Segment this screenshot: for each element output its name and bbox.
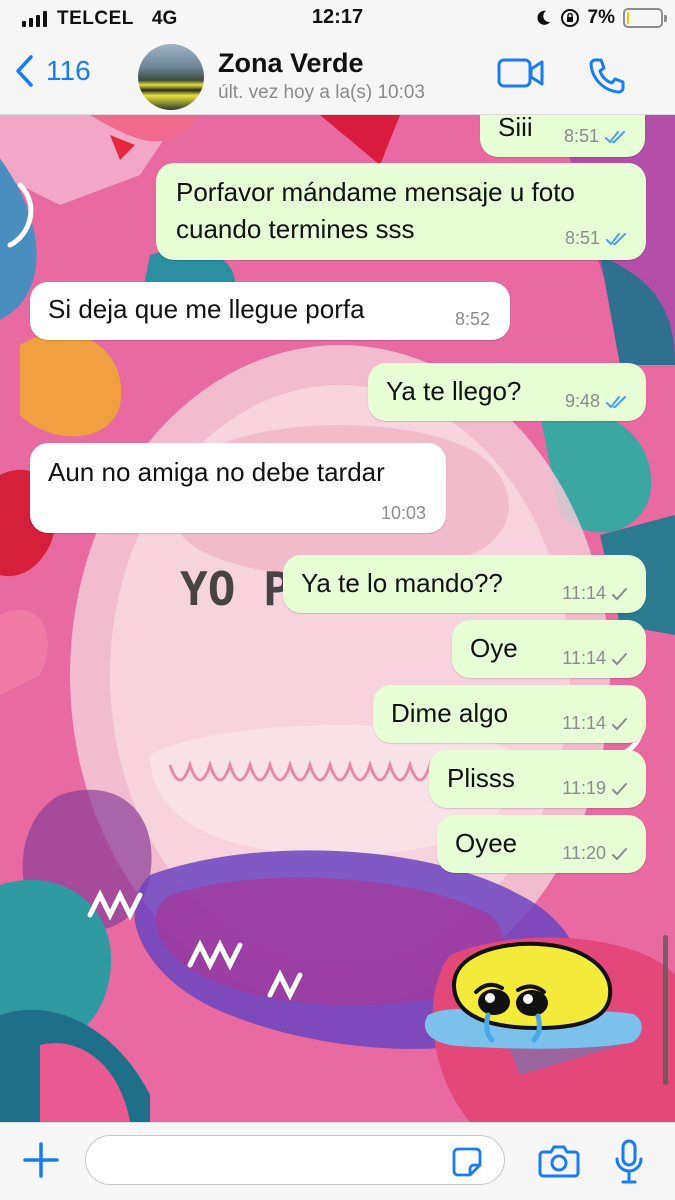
status-right: 7% [534, 7, 667, 29]
message-text: Ya te llego? [386, 376, 522, 406]
crying-blob-sticker[interactable] [418, 940, 648, 1060]
message-meta: 10:03 [381, 503, 426, 524]
message-time: 11:14 [562, 648, 606, 668]
message-bubble-incoming[interactable]: Si deja que me llegue porfa 8:52 [30, 282, 510, 340]
sent-check-icon [612, 652, 627, 665]
message-time: 11:14 [562, 583, 606, 603]
status-bar: TELCEL 4G 12:17 7% [0, 0, 675, 38]
message-time: 11:14 [562, 713, 606, 733]
message-time: 8:51 [564, 228, 600, 248]
chat-header: 116 Zona Verde últ. vez hoy a la(s) 10:0… [0, 38, 675, 115]
video-call-icon[interactable] [497, 56, 545, 90]
message-time: 8:51 [563, 126, 599, 146]
message-text: Si deja que me llegue porfa [48, 294, 365, 324]
message-bubble-outgoing[interactable]: Ya te lo mando?? 11:14 [283, 555, 646, 613]
last-seen: últ. vez hoy a la(s) 10:03 [218, 82, 425, 103]
message-meta: 11:14 [562, 648, 628, 669]
message-time: 8:52 [454, 309, 490, 329]
message-meta: 8:51 [564, 126, 627, 147]
message-time: 10:03 [380, 503, 426, 523]
message-text: Plisss [447, 763, 515, 793]
phone-call-icon[interactable] [587, 56, 627, 96]
avatar[interactable] [138, 44, 204, 110]
message-input[interactable] [85, 1135, 505, 1185]
sent-check-icon [612, 847, 627, 860]
message-bubble-outgoing[interactable]: Ya te llego? 9:48 [368, 363, 646, 421]
battery-level-fill [627, 12, 629, 24]
sent-check-icon [612, 587, 627, 600]
message-text: Oyee [455, 828, 518, 858]
moon-icon [536, 10, 550, 25]
message-meta: 11:20 [562, 843, 628, 864]
message-bubble-outgoing[interactable]: Plisss 11:19 [429, 750, 646, 808]
message-text: Ya te lo mando?? [301, 568, 503, 598]
contact-name[interactable]: Zona Verde [218, 48, 364, 79]
camera-icon[interactable] [538, 1143, 580, 1179]
read-double-check-icon [606, 232, 626, 245]
message-time: 11:20 [562, 843, 606, 863]
unread-count: 116 [46, 55, 91, 86]
message-meta: 9:48 [565, 391, 628, 412]
orientation-lock-icon [560, 9, 579, 27]
message-time: 11:19 [562, 778, 606, 798]
chat-area[interactable]: YO PUEDO Siii 8:51 Porfavor mándame mens… [0, 115, 675, 1122]
sent-check-icon [612, 717, 627, 730]
battery-percent: 7% [587, 7, 615, 28]
message-text: Aun no amiga no debe tardar [48, 457, 385, 487]
message-bubble-outgoing[interactable]: Siii 8:51 [480, 115, 645, 157]
message-bubble-outgoing[interactable]: Dime algo 11:14 [373, 685, 646, 743]
plus-icon[interactable] [22, 1141, 60, 1179]
sticker-icon[interactable] [451, 1146, 483, 1178]
message-composer [0, 1122, 675, 1200]
message-text: Oye [470, 633, 518, 663]
message-meta: 11:14 [562, 583, 628, 604]
microphone-icon[interactable] [614, 1139, 644, 1185]
sent-check-icon [612, 782, 627, 795]
read-double-check-icon [606, 395, 626, 408]
message-meta: 8:51 [565, 228, 628, 249]
message-meta: 11:19 [562, 778, 628, 799]
read-double-check-icon [605, 130, 625, 143]
message-bubble-outgoing[interactable]: Oye 11:14 [452, 620, 646, 678]
message-text-line-2: cuando termines sss [176, 214, 415, 244]
message-meta: 11:14 [562, 713, 628, 734]
message-bubble-outgoing[interactable]: Oyee 11:20 [437, 815, 646, 873]
back-button[interactable]: 116 [14, 54, 91, 88]
message-time: 9:48 [564, 391, 600, 411]
back-chevron-icon [16, 55, 33, 87]
message-text: Porfavor mándame mensaje u foto [176, 177, 575, 207]
message-meta: 8:52 [455, 309, 490, 330]
scrollbar[interactable] [663, 935, 668, 1085]
message-bubble-outgoing[interactable]: Porfavor mándame mensaje u foto cuando t… [156, 163, 646, 260]
message-text: Siii [498, 115, 533, 142]
message-bubble-incoming[interactable]: Aun no amiga no debe tardar 10:03 [30, 443, 446, 533]
battery-icon [623, 8, 667, 28]
message-text: Dime algo [391, 698, 509, 728]
